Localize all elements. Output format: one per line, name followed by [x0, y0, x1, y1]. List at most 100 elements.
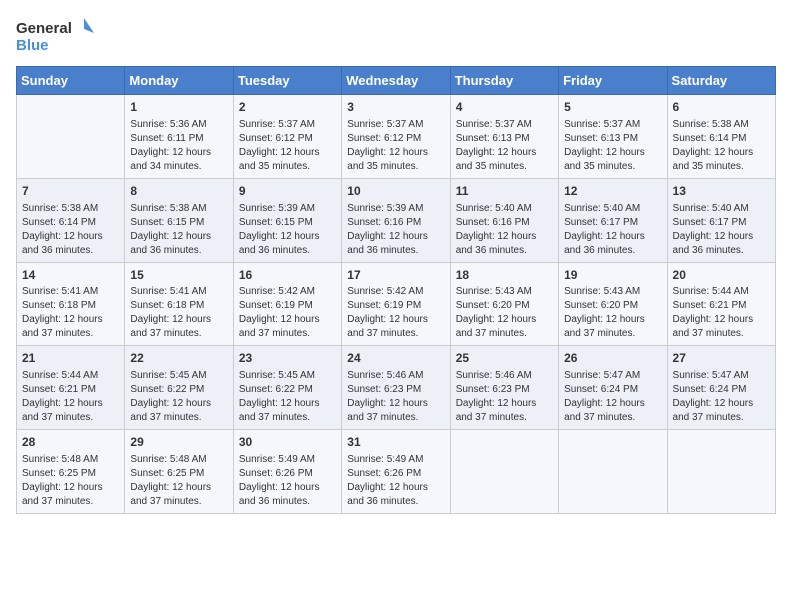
- day-info: Sunrise: 5:38 AMSunset: 6:14 PMDaylight:…: [673, 118, 770, 174]
- col-header-friday: Friday: [559, 67, 667, 95]
- svg-text:Blue: Blue: [16, 37, 49, 54]
- day-number: 11: [456, 183, 553, 200]
- day-info: Sunrise: 5:42 AMSunset: 6:19 PMDaylight:…: [347, 285, 444, 341]
- day-info: Sunrise: 5:46 AMSunset: 6:23 PMDaylight:…: [347, 369, 444, 425]
- day-number: 10: [347, 183, 444, 200]
- calendar-cell: 11 Sunrise: 5:40 AMSunset: 6:16 PMDayligh…: [450, 178, 558, 262]
- day-number: 20: [673, 267, 770, 284]
- col-header-wednesday: Wednesday: [342, 67, 450, 95]
- page-header: GeneralBlue: [16, 16, 776, 54]
- day-number: 21: [22, 350, 119, 367]
- day-number: 19: [564, 267, 661, 284]
- calendar-cell: 8Sunrise: 5:38 AMSunset: 6:15 PMDaylight…: [125, 178, 233, 262]
- col-header-thursday: Thursday: [450, 67, 558, 95]
- calendar-week-row: 7 Sunrise: 5:38 AMSunset: 6:14 PMDaylight…: [17, 178, 776, 262]
- logo: GeneralBlue: [16, 16, 96, 54]
- day-number: 22: [130, 350, 227, 367]
- calendar-cell: 2Sunrise: 5:37 AMSunset: 6:12 PMDaylight…: [233, 95, 341, 179]
- day-info: Sunrise: 5:44 AMSunset: 6:21 PMDaylight:…: [22, 369, 119, 425]
- calendar-week-row: 14Sunrise: 5:41 AMSunset: 6:18 PMDayligh…: [17, 262, 776, 346]
- calendar-cell: [667, 430, 775, 514]
- day-info: Sunrise: 5:48 AMSunset: 6:25 PMDaylight:…: [22, 453, 119, 509]
- calendar-cell: 5Sunrise: 5:37 AMSunset: 6:13 PMDaylight…: [559, 95, 667, 179]
- calendar-cell: 14Sunrise: 5:41 AMSunset: 6:18 PMDayligh…: [17, 262, 125, 346]
- day-info: Sunrise: 5:43 AMSunset: 6:20 PMDaylight:…: [456, 285, 553, 341]
- col-header-monday: Monday: [125, 67, 233, 95]
- day-number: 16: [239, 267, 336, 284]
- calendar-cell: 13Sunrise: 5:40 AMSunset: 6:17 PMDayligh…: [667, 178, 775, 262]
- day-info: Sunrise: 5:38 AMSunset: 6:14 PMDaylight:…: [22, 202, 119, 258]
- day-number: 3: [347, 99, 444, 116]
- day-info: Sunrise: 5:41 AMSunset: 6:18 PMDaylight:…: [22, 285, 119, 341]
- calendar-cell: 31Sunrise: 5:49 AMSunset: 6:26 PMDayligh…: [342, 430, 450, 514]
- day-info: Sunrise: 5:43 AMSunset: 6:20 PMDaylight:…: [564, 285, 661, 341]
- day-number: 30: [239, 434, 336, 451]
- day-number: 29: [130, 434, 227, 451]
- calendar-cell: 28 Sunrise: 5:48 AMSunset: 6:25 PMDayligh…: [17, 430, 125, 514]
- day-number: 18: [456, 267, 553, 284]
- day-info: Sunrise: 5:49 AMSunset: 6:26 PMDaylight:…: [239, 453, 336, 509]
- logo-svg: GeneralBlue: [16, 16, 96, 54]
- calendar-cell: 20Sunrise: 5:44 AMSunset: 6:21 PMDayligh…: [667, 262, 775, 346]
- calendar-header-row: SundayMondayTuesdayWednesdayThursdayFrid…: [17, 67, 776, 95]
- calendar-cell: 10 Sunrise: 5:39 AMSunset: 6:16 PMDayligh…: [342, 178, 450, 262]
- calendar-week-row: 21 Sunrise: 5:44 AMSunset: 6:21 PMDayligh…: [17, 346, 776, 430]
- calendar-cell: 23 Sunrise: 5:45 AMSunset: 6:22 PMDayligh…: [233, 346, 341, 430]
- day-number: 27: [673, 350, 770, 367]
- day-info: Sunrise: 5:39 AMSunset: 6:16 PMDaylight:…: [347, 202, 444, 258]
- day-info: Sunrise: 5:39 AMSunset: 6:15 PMDaylight:…: [239, 202, 336, 258]
- day-number: 31: [347, 434, 444, 451]
- day-info: Sunrise: 5:40 AMSunset: 6:16 PMDaylight:…: [456, 202, 553, 258]
- calendar-cell: 26 Sunrise: 5:47 AMSunset: 6:24 PMDayligh…: [559, 346, 667, 430]
- calendar-cell: 12 Sunrise: 5:40 AMSunset: 6:17 PMDayligh…: [559, 178, 667, 262]
- day-info: Sunrise: 5:45 AMSunset: 6:22 PMDaylight:…: [239, 369, 336, 425]
- day-number: 23: [239, 350, 336, 367]
- day-number: 28: [22, 434, 119, 451]
- day-info: Sunrise: 5:45 AMSunset: 6:22 PMDaylight:…: [130, 369, 227, 425]
- svg-text:General: General: [16, 20, 72, 37]
- day-number: 7: [22, 183, 119, 200]
- day-number: 12: [564, 183, 661, 200]
- calendar-cell: 24 Sunrise: 5:46 AMSunset: 6:23 PMDayligh…: [342, 346, 450, 430]
- calendar-cell: 25 Sunrise: 5:46 AMSunset: 6:23 PMDayligh…: [450, 346, 558, 430]
- day-info: Sunrise: 5:41 AMSunset: 6:18 PMDaylight:…: [130, 285, 227, 341]
- day-number: 6: [673, 99, 770, 116]
- calendar-cell: [17, 95, 125, 179]
- day-info: Sunrise: 5:37 AMSunset: 6:13 PMDaylight:…: [456, 118, 553, 174]
- day-info: Sunrise: 5:46 AMSunset: 6:23 PMDaylight:…: [456, 369, 553, 425]
- day-number: 15: [130, 267, 227, 284]
- day-number: 14: [22, 267, 119, 284]
- day-number: 24: [347, 350, 444, 367]
- day-number: 17: [347, 267, 444, 284]
- day-info: Sunrise: 5:48 AMSunset: 6:25 PMDaylight:…: [130, 453, 227, 509]
- calendar-cell: 21 Sunrise: 5:44 AMSunset: 6:21 PMDayligh…: [17, 346, 125, 430]
- col-header-saturday: Saturday: [667, 67, 775, 95]
- calendar-week-row: 1Sunrise: 5:36 AMSunset: 6:11 PMDaylight…: [17, 95, 776, 179]
- day-number: 26: [564, 350, 661, 367]
- day-info: Sunrise: 5:37 AMSunset: 6:13 PMDaylight:…: [564, 118, 661, 174]
- day-number: 25: [456, 350, 553, 367]
- calendar-cell: 4 Sunrise: 5:37 AMSunset: 6:13 PMDaylight…: [450, 95, 558, 179]
- calendar-cell: 22 Sunrise: 5:45 AMSunset: 6:22 PMDayligh…: [125, 346, 233, 430]
- day-info: Sunrise: 5:38 AMSunset: 6:15 PMDaylight:…: [130, 202, 227, 258]
- day-number: 13: [673, 183, 770, 200]
- day-number: 4: [456, 99, 553, 116]
- day-number: 9: [239, 183, 336, 200]
- day-info: Sunrise: 5:47 AMSunset: 6:24 PMDaylight:…: [673, 369, 770, 425]
- calendar-cell: 9 Sunrise: 5:39 AMSunset: 6:15 PMDaylight…: [233, 178, 341, 262]
- calendar-cell: 30 Sunrise: 5:49 AMSunset: 6:26 PMDayligh…: [233, 430, 341, 514]
- calendar-cell: 18Sunrise: 5:43 AMSunset: 6:20 PMDayligh…: [450, 262, 558, 346]
- calendar-cell: 15Sunrise: 5:41 AMSunset: 6:18 PMDayligh…: [125, 262, 233, 346]
- calendar-cell: 16Sunrise: 5:42 AMSunset: 6:19 PMDayligh…: [233, 262, 341, 346]
- calendar-cell: 17Sunrise: 5:42 AMSunset: 6:19 PMDayligh…: [342, 262, 450, 346]
- day-info: Sunrise: 5:40 AMSunset: 6:17 PMDaylight:…: [564, 202, 661, 258]
- day-info: Sunrise: 5:36 AMSunset: 6:11 PMDaylight:…: [130, 118, 227, 174]
- day-info: Sunrise: 5:42 AMSunset: 6:19 PMDaylight:…: [239, 285, 336, 341]
- col-header-sunday: Sunday: [17, 67, 125, 95]
- calendar-cell: 27 Sunrise: 5:47 AMSunset: 6:24 PMDayligh…: [667, 346, 775, 430]
- day-info: Sunrise: 5:37 AMSunset: 6:12 PMDaylight:…: [347, 118, 444, 174]
- day-info: Sunrise: 5:47 AMSunset: 6:24 PMDaylight:…: [564, 369, 661, 425]
- calendar-cell: 3 Sunrise: 5:37 AMSunset: 6:12 PMDaylight…: [342, 95, 450, 179]
- col-header-tuesday: Tuesday: [233, 67, 341, 95]
- calendar-week-row: 28 Sunrise: 5:48 AMSunset: 6:25 PMDayligh…: [17, 430, 776, 514]
